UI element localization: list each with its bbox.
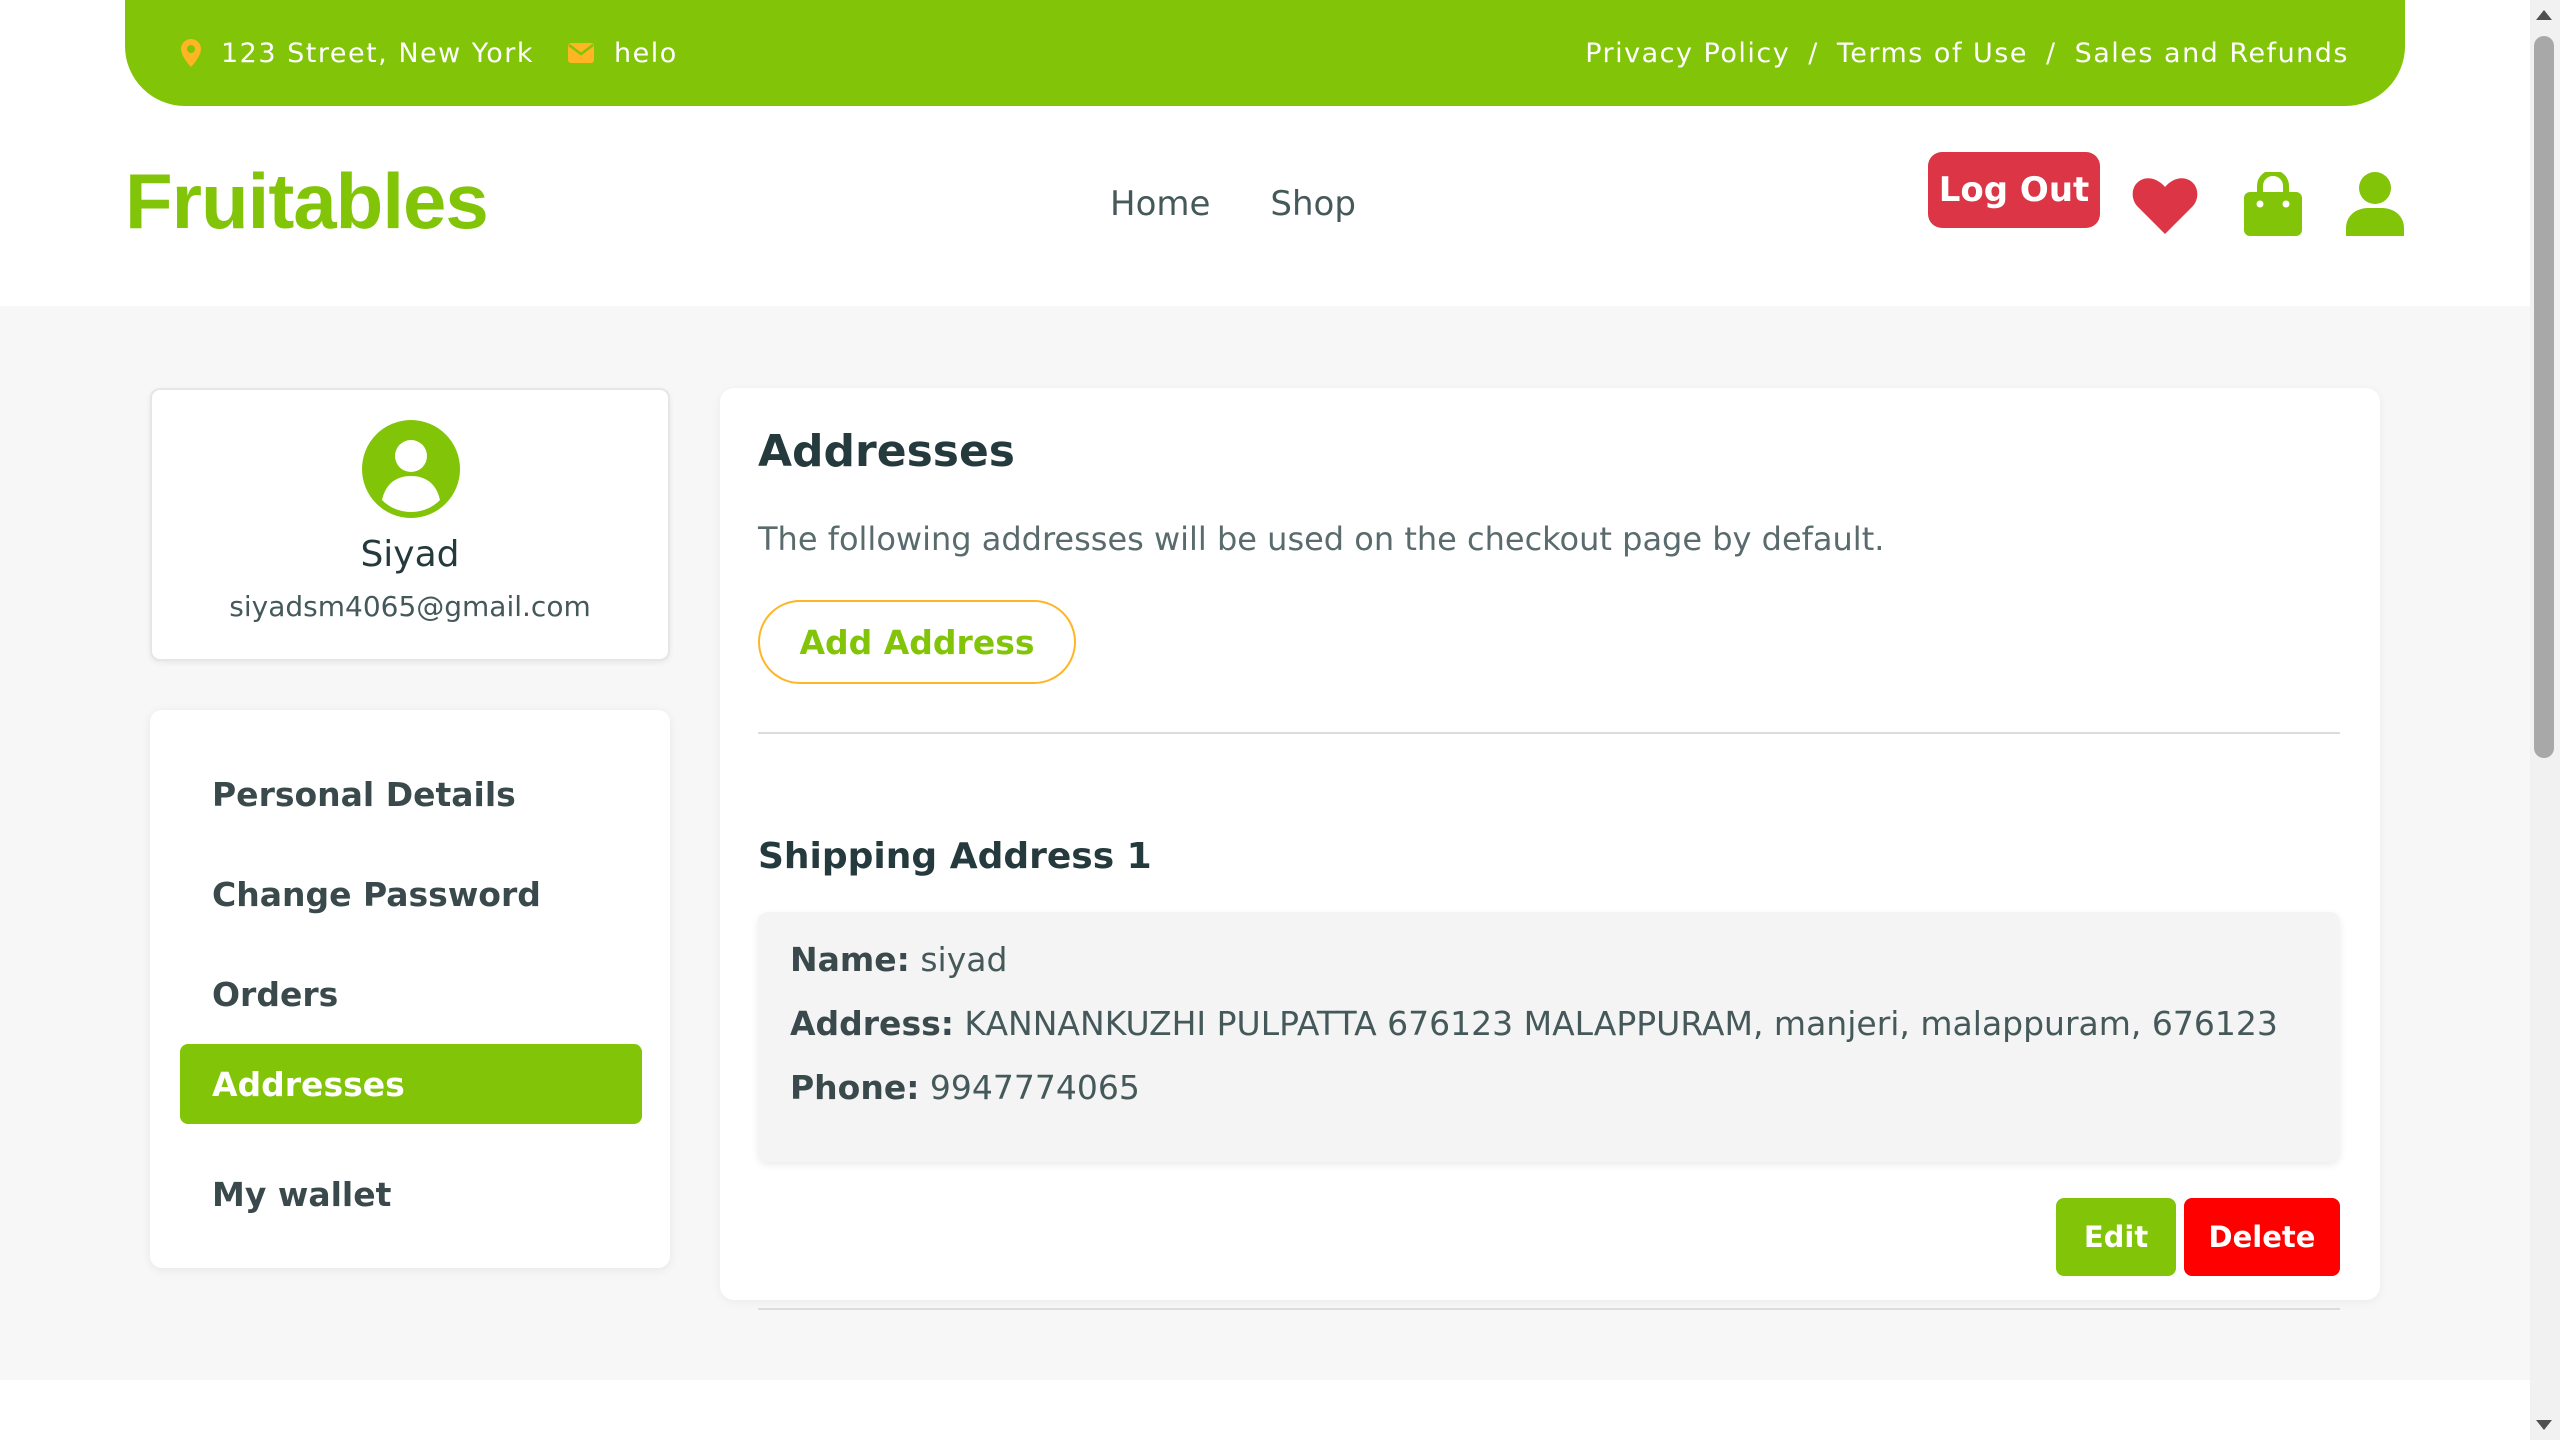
name-value: siyad [920, 940, 1008, 979]
addresses-description: The following addresses will be used on … [758, 520, 1885, 558]
sales-refunds-link[interactable]: Sales and Refunds [2075, 38, 2349, 69]
address-label: Address: [790, 1004, 954, 1043]
scroll-down-arrow-icon[interactable] [2536, 1420, 2552, 1430]
account-menu: Personal Details Change Password Orders … [150, 710, 670, 1268]
shopping-bag-icon[interactable] [2244, 172, 2302, 236]
email-info: helo [567, 37, 678, 69]
site-header: Fruitables Home Shop Log Out [0, 106, 2530, 306]
address-phone-row: Phone: 9947774065 [790, 1068, 1140, 1107]
phone-label: Phone: [790, 1068, 920, 1107]
edit-address-button[interactable]: Edit [2056, 1198, 2176, 1276]
sidebar-item-my-wallet[interactable]: My wallet [180, 1154, 642, 1234]
sidebar-item-personal-details[interactable]: Personal Details [180, 754, 642, 834]
map-pin-icon [181, 39, 201, 67]
sidebar-item-change-password[interactable]: Change Password [180, 854, 642, 934]
location-text: 123 Street, New York [221, 37, 534, 69]
scrollbar-thumb[interactable] [2534, 36, 2554, 758]
delete-address-button[interactable]: Delete [2184, 1198, 2340, 1276]
account-page: Siyad siyadsm4065@gmail.com Personal Det… [0, 306, 2530, 1380]
privacy-policy-link[interactable]: Privacy Policy [1585, 38, 1790, 69]
sidebar-item-orders[interactable]: Orders [180, 954, 642, 1034]
brand-logo[interactable]: Fruitables [125, 156, 489, 247]
terms-of-use-link[interactable]: Terms of Use [1837, 38, 2028, 69]
address-name-row: Name: siyad [790, 940, 1007, 979]
address-heading: Shipping Address 1 [758, 836, 1152, 877]
page-title: Addresses [758, 426, 1015, 477]
sidebar-item-addresses[interactable]: Addresses [180, 1044, 642, 1124]
envelope-icon [567, 43, 594, 63]
add-address-button[interactable]: Add Address [758, 600, 1076, 684]
link-separator: / [2045, 37, 2057, 69]
address-card: Name: siyad Address: KANNANKUZHI PULPATT… [758, 912, 2340, 1162]
nav-home[interactable]: Home [1110, 184, 1210, 224]
address-value: KANNANKUZHI PULPATTA 676123 MALAPPURAM, … [964, 1004, 2278, 1043]
divider [758, 1308, 2340, 1310]
divider [758, 732, 2340, 734]
location-info: 123 Street, New York [181, 38, 534, 69]
page-scrollbar[interactable] [2530, 0, 2560, 1440]
avatar-icon [362, 420, 460, 518]
main-nav: Home Shop [1110, 184, 1416, 224]
addresses-panel: Addresses The following addresses will b… [720, 388, 2380, 1310]
user-icon[interactable] [2346, 172, 2404, 236]
address-line-row: Address: KANNANKUZHI PULPATTA 676123 MAL… [790, 1004, 2278, 1043]
profile-email: siyadsm4065@gmail.com [229, 590, 591, 623]
heart-icon[interactable] [2132, 176, 2198, 236]
link-separator: / [1808, 37, 1819, 69]
email-text: helo [613, 37, 678, 69]
name-label: Name: [790, 940, 910, 979]
top-info-bar: 123 Street, New York helo Privacy Policy… [125, 0, 2405, 106]
scroll-up-arrow-icon[interactable] [2536, 10, 2552, 20]
profile-name: Siyad [360, 534, 460, 575]
nav-shop[interactable]: Shop [1270, 184, 1356, 224]
logout-button[interactable]: Log Out [1928, 152, 2100, 228]
phone-value: 9947774065 [929, 1068, 1140, 1107]
profile-card: Siyad siyadsm4065@gmail.com [150, 388, 670, 661]
